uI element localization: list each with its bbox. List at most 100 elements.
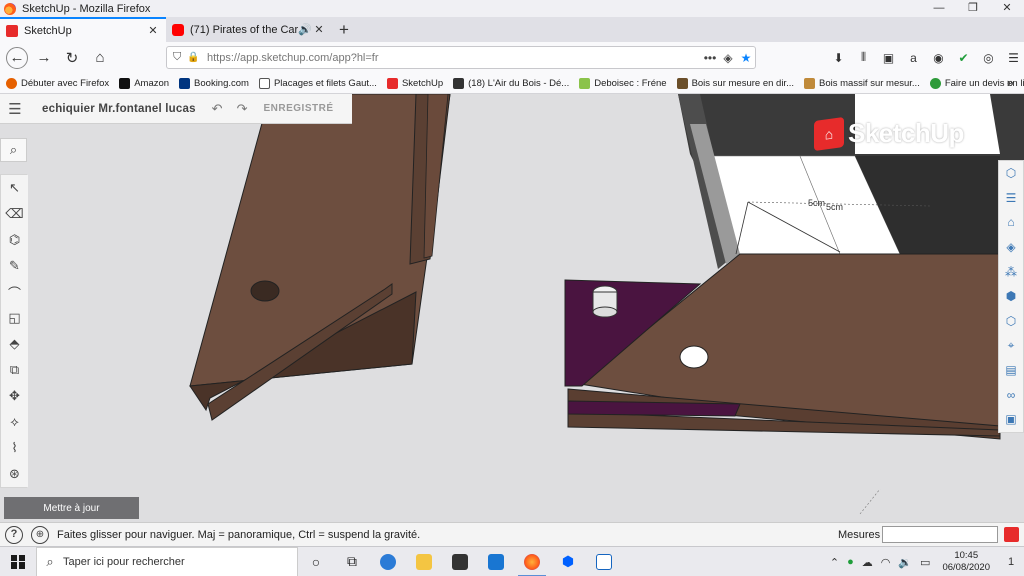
tray-expand-icon[interactable]: ⌃ (830, 556, 839, 569)
volume-icon[interactable]: 🔉 (898, 556, 912, 569)
tab-close-icon[interactable]: ✕ (146, 24, 160, 37)
move-icon: ✥ (9, 388, 20, 403)
store-button[interactable] (442, 547, 478, 576)
undo-icon[interactable]: ↶ (212, 101, 223, 117)
tab-close-icon[interactable]: ✕ (312, 23, 326, 36)
bookmark-item[interactable]: Booking.com (179, 77, 249, 89)
account-icon[interactable]: ◉ (926, 46, 951, 69)
move-tool-button[interactable]: ✥ (1, 383, 28, 409)
globe-icon[interactable]: ⊕ (31, 525, 49, 544)
close-window-button[interactable]: ✕ (990, 0, 1024, 17)
3d-scene[interactable] (0, 94, 1024, 522)
bois-icon (676, 77, 688, 89)
components-button[interactable]: ⌂ (999, 210, 1023, 235)
walk-tool-button[interactable]: ⌇ (1, 435, 28, 461)
bookmarks-overflow-button[interactable]: » (1007, 75, 1014, 90)
tray-app-icon[interactable]: ● (847, 556, 854, 568)
tags-button[interactable]: ⌖ (999, 333, 1023, 358)
bookmark-item[interactable]: Bois sur mesure en dir... (676, 77, 794, 89)
materials-button[interactable]: ◈ (999, 234, 1023, 260)
tag-icon: ⌖ (1007, 337, 1015, 352)
taskbar-clock[interactable]: 10:45 06/08/2020 (942, 550, 990, 574)
task-view-button[interactable]: ⧉ (334, 547, 370, 576)
3d-warehouse-button[interactable]: ▣ (999, 406, 1023, 432)
dropbox-button[interactable]: ⬢ (550, 547, 586, 576)
language-icon[interactable]: ▭ (920, 556, 930, 569)
edge-button[interactable] (370, 547, 406, 576)
select-tool-button[interactable]: ↖ (1, 175, 28, 201)
extension-icon[interactable]: ◎ (976, 46, 1001, 69)
line-tool-button[interactable]: ✎ (1, 253, 28, 279)
bookmark-item[interactable]: Deboisec : Fréne (579, 77, 667, 89)
bookmark-item[interactable]: Débuter avec Firefox (6, 77, 109, 89)
styles-button[interactable]: ⬢ (999, 283, 1023, 309)
layers-icon: ⬡ (1005, 313, 1017, 328)
page-actions-icon[interactable]: ••• (701, 51, 719, 65)
url-bar[interactable]: ⛉ 🔒 https://app.sketchup.com/app?hl=fr •… (166, 46, 756, 69)
firefox-taskbar-button[interactable] (514, 547, 550, 576)
redo-icon[interactable]: ↷ (237, 101, 248, 117)
search-tool-button[interactable]: ⌕ (0, 138, 27, 162)
minimize-button[interactable]: — (922, 0, 956, 17)
tab-youtube[interactable]: (71) Pirates of the Caribbean 🔊 ✕ (166, 17, 332, 42)
document-title[interactable]: echiquier Mr.fontanel lucas (42, 103, 196, 115)
orbit-tool-button[interactable]: ⊛ (1, 461, 28, 487)
layers-button[interactable]: ⬡ (999, 308, 1023, 334)
tape-tool-button[interactable]: ⟡ (1, 409, 28, 435)
new-tab-button[interactable]: + (332, 17, 356, 42)
library-icon[interactable]: ⫴ (851, 46, 876, 69)
display-button[interactable]: ∞ (999, 382, 1023, 407)
onedrive-icon[interactable]: ☁ (862, 556, 873, 569)
entity-info-button[interactable]: ⬡ (999, 161, 1023, 186)
cortana-button[interactable]: ○ (298, 547, 334, 576)
forward-button[interactable]: → (32, 46, 56, 70)
notification-button[interactable]: 1 (998, 547, 1024, 576)
bookmark-star-icon[interactable]: ★ (737, 51, 755, 65)
downloads-icon[interactable]: ⬇ (826, 46, 851, 69)
tab-sketchup[interactable]: SketchUp ✕ (0, 17, 166, 42)
eraser-tool-button[interactable]: ⌫ (1, 201, 28, 227)
rectangle-tool-button[interactable]: ◱ (1, 305, 28, 331)
components-panel-button[interactable]: ⁂ (999, 259, 1023, 284)
network-icon[interactable]: ◠ (881, 556, 891, 569)
start-button[interactable] (0, 547, 36, 576)
bookmark-item[interactable]: Bois massif sur mesur... (804, 77, 920, 89)
reload-button[interactable]: ↻ (60, 46, 84, 70)
document-app-button[interactable] (586, 547, 622, 576)
home-button[interactable]: ⌂ (88, 46, 112, 70)
navigation-bar: ← → ↻ ⌂ ⛉ 🔒 https://app.sketchup.com/app… (0, 42, 1024, 73)
lock-icon[interactable]: 🔒 (187, 52, 201, 63)
mail-button[interactable] (478, 547, 514, 576)
shield-icon[interactable]: ⛉ (173, 51, 187, 64)
scenes-button[interactable]: ▤ (999, 357, 1023, 383)
explorer-button[interactable] (406, 547, 442, 576)
update-button[interactable]: Mettre à jour (4, 497, 139, 519)
arc-tool-button[interactable]: ⌒ (1, 279, 28, 305)
pocket-icon[interactable]: ◈ (719, 51, 737, 65)
offset-tool-button[interactable]: ⧉ (1, 357, 28, 383)
sketchup-logo-icon: ⌂ (814, 116, 844, 151)
paint-tool-button[interactable]: ⌬ (1, 227, 28, 253)
maximize-button[interactable]: ❐ (956, 0, 990, 17)
measures-input[interactable] (882, 526, 998, 543)
speaker-icon[interactable]: 🔊 (298, 23, 312, 36)
back-button[interactable]: ← (6, 46, 28, 69)
push-pull-tool-button[interactable]: ⬘ (1, 331, 28, 357)
sidebar-icon[interactable]: ▣ (876, 46, 901, 69)
hole (679, 345, 709, 369)
taskbar-search[interactable]: ⌕ Taper ici pour rechercher (36, 546, 298, 576)
bookmark-item[interactable]: SketchUp (386, 77, 443, 89)
help-icon[interactable]: ? (5, 525, 23, 544)
bookmark-item[interactable]: Placages et filets Gaut... (258, 77, 377, 89)
amazon-ext-icon[interactable]: a (901, 46, 926, 69)
menu-icon[interactable]: ☰ (0, 100, 30, 118)
url-text[interactable]: https://app.sketchup.com/app?hl=fr (207, 52, 701, 64)
bookmark-item[interactable]: (18) L'Air du Bois - Dé... (453, 77, 569, 89)
sketchup-viewport[interactable]: 5cm 5cm ⌂ SketchUp ☰ echiquier Mr.fontan… (0, 94, 1024, 522)
sketchup-icon (386, 77, 398, 89)
instructor-button[interactable]: ☰ (999, 185, 1023, 211)
bookmark-item[interactable]: Amazon (119, 77, 169, 89)
checkmark-ext-icon[interactable]: ✔ (951, 46, 976, 69)
notification-icon: 1 (1007, 556, 1015, 568)
menu-icon[interactable]: ☰ (1001, 46, 1024, 69)
